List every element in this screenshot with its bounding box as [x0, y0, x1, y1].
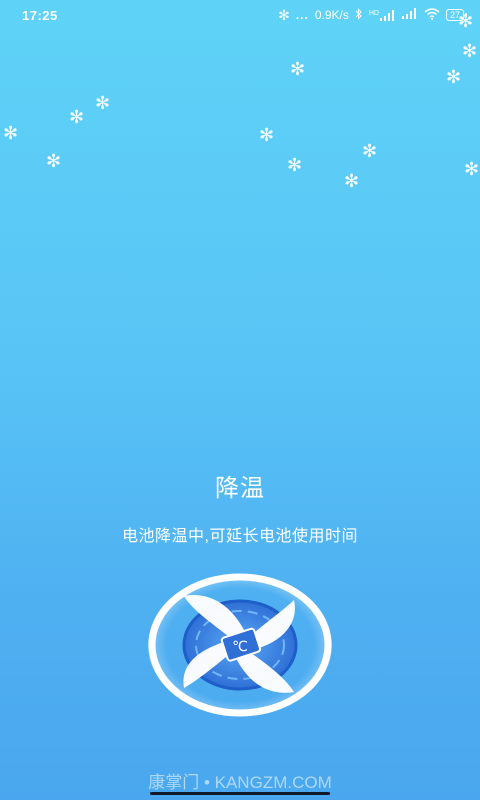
- watermark: 康掌门 • KANGZM.COM: [148, 773, 332, 792]
- snowflake-icon: ✻: [458, 11, 474, 31]
- snowflake-icon: ✻: [287, 155, 303, 175]
- home-indicator[interactable]: [150, 792, 330, 795]
- status-time: 17:25: [22, 7, 58, 23]
- snowflake-icon: ✻: [95, 93, 111, 113]
- signal-icon: HD: [368, 9, 396, 21]
- hd-label: HD: [368, 9, 379, 17]
- snowflake-icon: ✻: [69, 107, 85, 127]
- signal-icon-2: [401, 8, 418, 22]
- cooling-fan-button[interactable]: ℃: [144, 570, 336, 720]
- bluetooth-icon: [355, 7, 363, 23]
- snowflake-icon: ✻: [3, 123, 19, 143]
- fan-icon: ℃: [148, 573, 332, 717]
- fan-center-label: ℃: [232, 639, 248, 655]
- status-bar: 17:25 ✻ ... 0.9K/s HD 27: [0, 0, 480, 30]
- snowflake-icon: ✻: [259, 125, 275, 145]
- snowflake-icon: ✻: [290, 59, 306, 79]
- page-subtitle: 电池降温中,可延长电池使用时间: [122, 528, 358, 545]
- wifi-icon: [424, 7, 440, 23]
- snowflake-icon: ✻: [46, 151, 62, 171]
- snowflake-icon: ✻: [344, 171, 360, 191]
- snowflake-icon: ✻: [446, 67, 462, 87]
- page-title: 降温: [215, 475, 265, 502]
- snowflake-icon: ✻: [462, 41, 478, 61]
- snowflake-icon: ✻: [464, 159, 480, 179]
- snowflake-icon: ✻: [278, 7, 290, 23]
- snowflake-icon: ✻: [362, 141, 378, 161]
- network-speed: 0.9K/s: [314, 8, 349, 22]
- notification-dots: ...: [295, 8, 309, 22]
- status-icons: ✻ ... 0.9K/s HD 27: [278, 7, 468, 23]
